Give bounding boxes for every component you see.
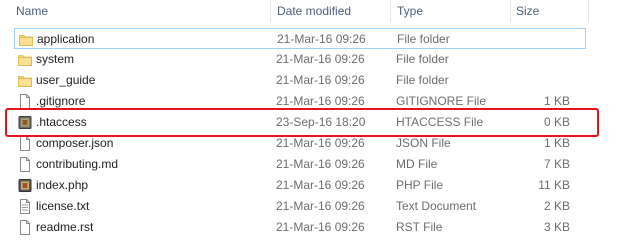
file-date-modified: 21-Mar-16 09:26 [276,199,365,213]
column-header-name[interactable]: Name [16,3,48,19]
document-icon [18,94,32,109]
file-explorer: Name Date modified Type Size application… [0,0,621,249]
folder-icon [18,52,32,67]
file-name: contributing.md [36,157,119,171]
file-date-modified: 21-Mar-16 09:26 [276,157,365,171]
file-type: RST File [396,220,443,234]
file-type: File folder [397,32,450,46]
file-row[interactable]: readme.rst 21-Mar-16 09:26 RST File 3 KB [14,217,586,238]
file-row[interactable]: user_guide 21-Mar-16 09:26 File folder [14,70,586,91]
file-type: PHP File [396,178,444,192]
file-date-modified: 21-Mar-16 09:26 [277,32,366,46]
file-row[interactable]: license.txt 21-Mar-16 09:26 Text Document 2… [14,196,586,217]
file-date-modified: 21-Mar-16 09:26 [276,73,365,87]
file-row[interactable]: index.php 21-Mar-16 09:26 PHP File 11 KB [14,175,586,196]
file-date-modified: 21-Mar-16 09:26 [276,178,365,192]
document-icon [18,157,32,172]
file-size: 2 KB [543,199,570,213]
folder-icon [19,32,33,47]
column-divider[interactable] [588,0,589,22]
file-type: MD File [396,157,438,171]
column-header-size[interactable]: Size [516,3,539,19]
file-row[interactable]: application 21-Mar-16 09:26 File folder [14,28,586,49]
folder-icon [18,73,32,88]
column-header-type[interactable]: Type [397,3,423,19]
file-name: index.php [36,178,89,192]
file-name: readme.rst [36,220,94,234]
file-row[interactable]: contributing.md 21-Mar-16 09:26 MD File 7 K… [14,154,586,175]
column-header-date-modified[interactable]: Date modified [277,3,351,19]
file-name: system [36,52,75,66]
annotation-highlight-box [5,108,599,137]
column-divider[interactable] [510,0,511,22]
file-type: File folder [396,52,449,66]
column-divider[interactable] [270,0,271,22]
file-name: license.txt [36,199,90,213]
file-date-modified: 21-Mar-16 09:26 [276,220,365,234]
column-header-bar: Name Date modified Type Size [0,0,621,22]
file-type: File folder [396,73,449,87]
file-name: application [37,32,95,46]
file-type: Text Document [396,199,477,213]
document-icon [18,136,32,151]
document-icon [18,220,32,235]
column-divider[interactable] [390,0,391,22]
file-size: 11 KB [538,178,570,192]
php-icon [18,178,32,193]
file-name: user_guide [36,73,96,87]
text-document-icon [18,199,32,214]
file-row[interactable]: system 21-Mar-16 09:26 File folder [14,49,586,70]
file-date-modified: 21-Mar-16 09:26 [276,52,365,66]
file-size: 7 KB [543,157,570,171]
file-size: 3 KB [543,220,570,234]
